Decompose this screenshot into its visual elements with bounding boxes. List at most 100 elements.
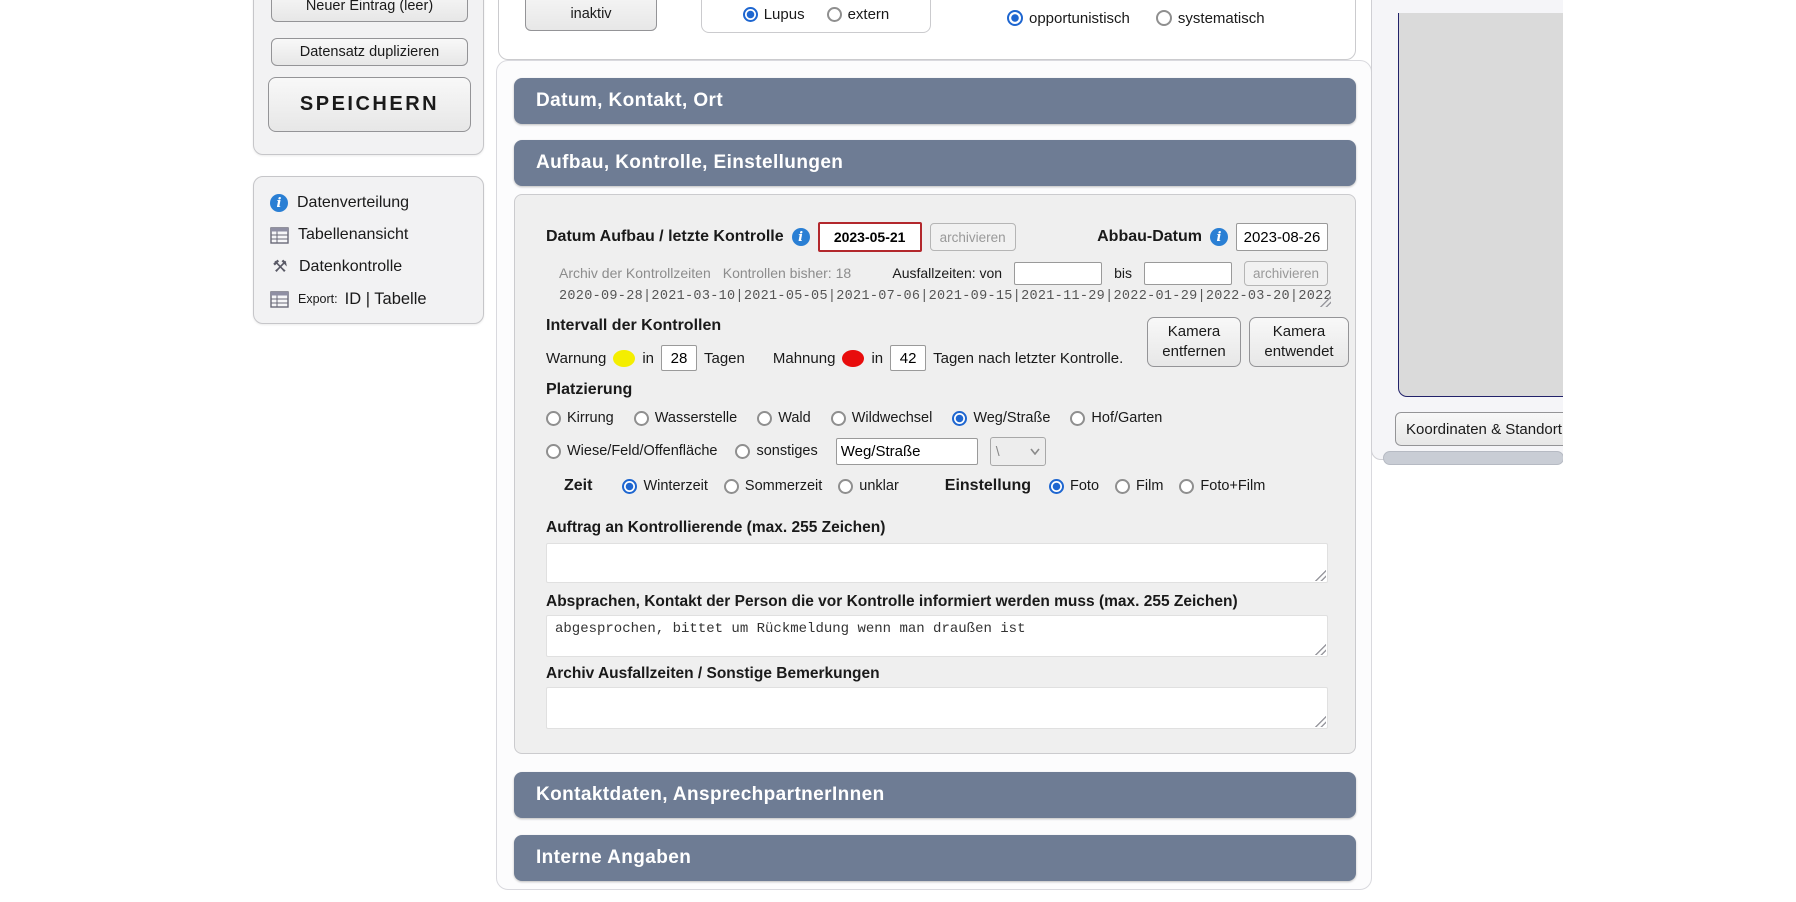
interval-row: Warnung in Tagen Mahnung in Tagen nach l…: [546, 343, 1123, 373]
mode-radio-group: opportunistisch systematisch: [1007, 5, 1265, 31]
tagen-label: Tagen: [704, 350, 745, 367]
radio-label: Wald: [778, 410, 811, 426]
sonstiges-input[interactable]: [836, 438, 978, 465]
auftrag-textarea-wrap: [546, 543, 1328, 583]
radio-foto-film[interactable]: Foto+Film: [1179, 478, 1265, 494]
radio-label: Foto+Film: [1200, 478, 1265, 494]
radio-icon: [952, 411, 967, 426]
radio-icon: [1007, 10, 1023, 26]
kamera-entwendet-button[interactable]: Kamera entwendet: [1249, 317, 1349, 367]
table-icon: [270, 227, 289, 244]
chevron-down-icon: [1030, 448, 1040, 455]
tools-icon: ⚒: [270, 257, 290, 277]
platzierung-select[interactable]: \: [990, 437, 1046, 466]
radio-label: sonstiges: [756, 443, 817, 459]
ausfallzeiten-von-label: Ausfallzeiten: von: [892, 265, 1002, 281]
kamera-entfernen-button[interactable]: Kamera entfernen: [1147, 317, 1241, 367]
section-header-label: Kontaktdaten, AnsprechpartnerInnen: [536, 784, 885, 805]
radio-label: Foto: [1070, 478, 1099, 494]
radio-systematisch[interactable]: systematisch: [1156, 10, 1265, 27]
radio-opportunistisch[interactable]: opportunistisch: [1007, 10, 1130, 27]
section-header-interne-angaben[interactable]: Interne Angaben: [514, 835, 1356, 881]
radio-label: opportunistisch: [1029, 10, 1130, 27]
kontrollen-bisher-label: Kontrollen bisher: 18: [723, 265, 851, 281]
radio-hof-garten[interactable]: Hof/Garten: [1070, 410, 1162, 426]
radio-label: Wildwechsel: [852, 410, 933, 426]
tools-menu-panel: i Datenverteilung Tabellenansicht ⚒ Date…: [253, 176, 484, 324]
archiv-bemerkungen-textarea[interactable]: [546, 687, 1328, 729]
radio-label: Winterzeit: [643, 478, 707, 494]
inaktiv-button[interactable]: inaktiv: [525, 0, 657, 31]
radio-wildwechsel[interactable]: Wildwechsel: [831, 410, 933, 426]
menu-item-export[interactable]: Export: ID | Tabelle: [254, 283, 483, 315]
save-label: SPEICHERN: [300, 93, 439, 116]
new-entry-label: Neuer Eintrag (leer): [306, 0, 433, 14]
zeit-einstellung-row: Zeit Winterzeit Sommerzeit unklar Einste…: [564, 475, 1265, 497]
mahnung-days-input[interactable]: [890, 345, 926, 371]
absprachen-label: Absprachen, Kontakt der Person die vor K…: [546, 593, 1238, 611]
overdue-dot-icon: [842, 350, 864, 367]
duplicate-record-label: Datensatz duplizieren: [300, 44, 439, 60]
section-header-datum[interactable]: Datum, Kontakt, Ort: [514, 78, 1356, 124]
radio-unklar[interactable]: unklar: [838, 478, 899, 494]
mahnung-label: Mahnung: [773, 350, 836, 367]
intervall-label: Intervall der Kontrollen: [546, 317, 721, 335]
radio-kirrung[interactable]: Kirrung: [546, 410, 614, 426]
radio-wasserstelle[interactable]: Wasserstelle: [634, 410, 737, 426]
radio-icon: [622, 479, 637, 494]
radio-icon: [724, 479, 739, 494]
export-prefix: Export:: [298, 292, 338, 306]
aufbau-date-input[interactable]: [818, 222, 922, 252]
koordinaten-standort-button[interactable]: Koordinaten & Standort: [1395, 412, 1577, 446]
menu-item-tabellenansicht[interactable]: Tabellenansicht: [254, 219, 483, 251]
info-icon: i: [270, 194, 288, 212]
radio-foto[interactable]: Foto: [1049, 478, 1099, 494]
absprachen-textarea[interactable]: [546, 615, 1328, 657]
warnung-days-input[interactable]: [661, 345, 697, 371]
select-value: \: [996, 443, 1000, 459]
menu-item-datenverteilung[interactable]: i Datenverteilung: [254, 187, 483, 219]
radio-label: Kirrung: [567, 410, 614, 426]
info-icon[interactable]: i: [1210, 228, 1228, 246]
menu-label: Datenverteilung: [297, 194, 409, 212]
archive-downtime-label: archivieren: [1253, 266, 1319, 281]
auftrag-textarea[interactable]: [546, 543, 1328, 583]
radio-winterzeit[interactable]: Winterzeit: [622, 478, 707, 494]
radio-icon: [757, 411, 772, 426]
warning-dot-icon: [613, 350, 635, 367]
radio-sonstiges[interactable]: sonstiges: [735, 443, 817, 459]
menu-label: Datenkontrolle: [299, 258, 402, 276]
abbau-date-input[interactable]: [1236, 223, 1328, 251]
archiv-kontrollzeiten-link[interactable]: Archiv der Kontrollzeiten: [559, 265, 711, 281]
menu-label: Tabellenansicht: [298, 226, 408, 244]
section-header-aufbau[interactable]: Aufbau, Kontrolle, Einstellungen: [514, 140, 1356, 186]
new-entry-button[interactable]: Neuer Eintrag (leer): [271, 0, 468, 22]
button-label-line: entfernen: [1162, 342, 1225, 362]
archive-downtime-button[interactable]: archivieren: [1244, 261, 1328, 286]
section-header-kontaktdaten[interactable]: Kontaktdaten, AnsprechpartnerInnen: [514, 772, 1356, 818]
radio-weg-strasse[interactable]: Weg/Straße: [952, 410, 1050, 426]
radio-icon: [546, 444, 561, 459]
radio-wald[interactable]: Wald: [757, 410, 811, 426]
ausfall-bis-input[interactable]: [1144, 262, 1232, 285]
radio-wiese-feld[interactable]: Wiese/Feld/Offenfläche: [546, 443, 717, 459]
duplicate-record-button[interactable]: Datensatz duplizieren: [271, 38, 468, 66]
actions-panel: Neuer Eintrag (leer) Datensatz duplizier…: [253, 0, 484, 155]
menu-item-datenkontrolle[interactable]: ⚒ Datenkontrolle: [254, 251, 483, 283]
map-placeholder: [1398, 13, 1566, 397]
radio-label: Film: [1136, 478, 1163, 494]
platzierung-label: Platzierung: [546, 381, 632, 399]
export-targets[interactable]: ID | Tabelle: [345, 290, 427, 309]
archive-date-button[interactable]: archivieren: [930, 223, 1016, 251]
radio-sommerzeit[interactable]: Sommerzeit: [724, 478, 822, 494]
save-button[interactable]: SPEICHERN: [268, 77, 471, 132]
radio-lupus[interactable]: Lupus: [743, 6, 805, 23]
radio-icon: [1115, 479, 1130, 494]
radio-film[interactable]: Film: [1115, 478, 1163, 494]
info-icon[interactable]: i: [792, 228, 810, 246]
ausfall-von-input[interactable]: [1014, 262, 1102, 285]
radio-icon: [838, 479, 853, 494]
in-label: in: [871, 350, 883, 367]
radio-extern[interactable]: extern: [827, 6, 890, 23]
in-label: in: [642, 350, 654, 367]
